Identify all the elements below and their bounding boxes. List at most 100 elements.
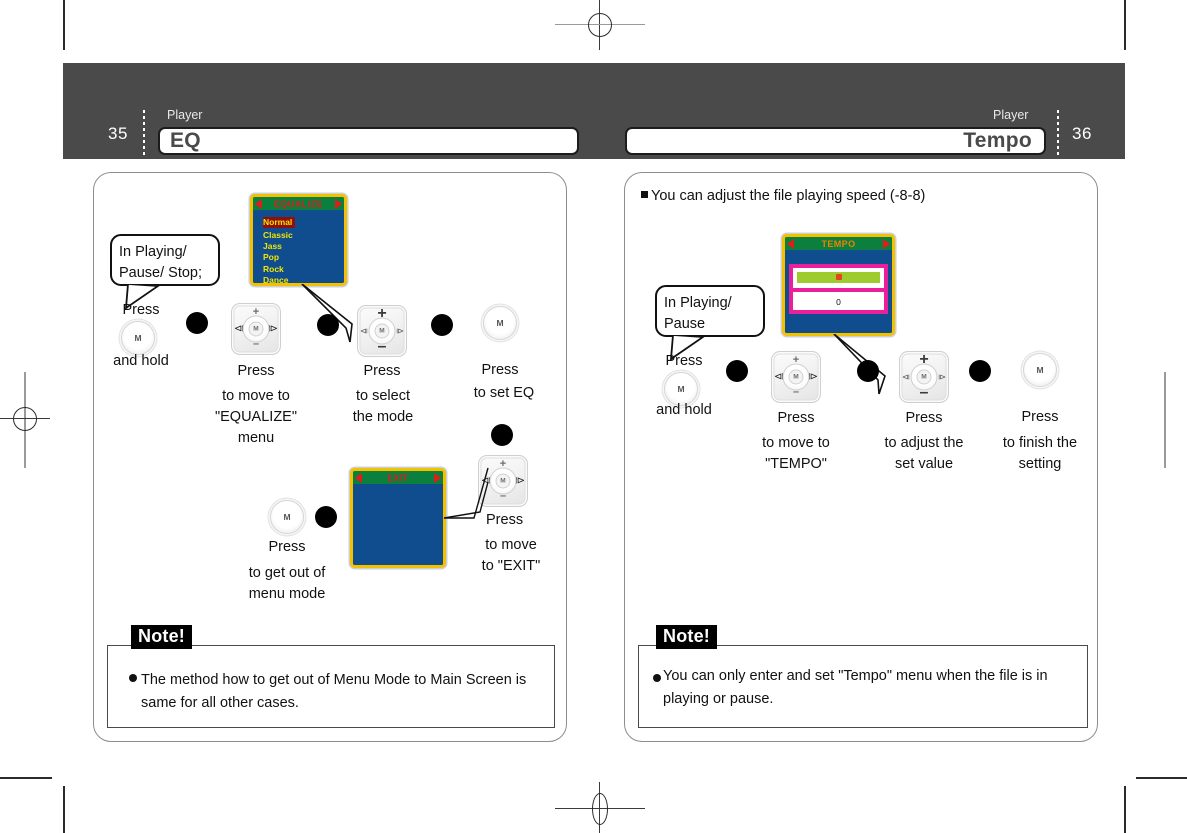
left-step6-press-label: Press	[268, 539, 306, 555]
right-step2-caption: to move to "TEMPO"	[762, 435, 830, 473]
left-note-text: The method how to get out of Menu Mode t…	[141, 672, 527, 712]
tempo-lcd-body: 0	[785, 250, 892, 333]
equalize-lcd-list: Normal Classic Jass Pop Rock Dance U_Bas…	[253, 210, 344, 283]
right-arrow-icon	[434, 472, 441, 483]
exit-lcd-titlebar: EXIT	[353, 471, 443, 484]
tempo-lcd-screen: TEMPO 0	[782, 234, 895, 336]
right-step4-press-label: Press	[1021, 409, 1059, 425]
tempo-slider-marker	[835, 274, 842, 280]
left-step2-press-label: Press	[237, 363, 275, 379]
page-title-left: EQ	[170, 129, 201, 152]
right-heading: You can adjust the file playing speed (-…	[651, 188, 926, 204]
left-arrow-icon	[255, 198, 262, 209]
eq-item-normal[interactable]: Normal	[263, 217, 296, 229]
right-step3-caption: to adjust the set value	[884, 435, 964, 473]
right-step2-navpad[interactable]: + – ⧏⧏ ⧐⧐ M	[771, 351, 821, 403]
left-arrow-4-down	[491, 424, 513, 446]
left-step6-caption: to get out of menu mode	[248, 565, 326, 603]
eq-item-pop[interactable]: Pop	[263, 252, 344, 263]
left-note-label: Note!	[131, 625, 192, 649]
equalize-lcd-titlebar: EQUALIZE	[253, 197, 344, 210]
navpad-center-m[interactable]: M	[788, 369, 804, 385]
left-step3-navpad[interactable]: + – ⧏⧏ ⧐⧐ M	[357, 305, 407, 357]
registration-mark-left	[0, 372, 50, 468]
left-step2-caption: to move to "EQUALIZE" menu	[214, 388, 297, 447]
header-divider-left	[143, 110, 145, 156]
tempo-lcd-titlebar: TEMPO	[785, 237, 892, 250]
right-step3-navpad[interactable]: + – ⧏⧏ ⧐⧐ M	[899, 351, 949, 403]
exit-lcd-screen: EXIT	[350, 468, 446, 568]
page-number-right: 36	[1072, 124, 1092, 143]
navpad-center-m[interactable]: M	[248, 321, 264, 337]
left-step1-hold-label: and hold	[113, 353, 169, 369]
eq-item-jass[interactable]: Jass	[263, 241, 344, 252]
right-step4-caption: to finish the setting	[1002, 435, 1078, 473]
page-root: 35 Player EQ 36 Player Tempo EQUALIZE No…	[0, 0, 1187, 833]
left-arrow-2	[317, 314, 339, 336]
left-arrow-3	[431, 314, 453, 336]
equalize-lcd-screen: EQUALIZE Normal Classic Jass Pop Rock Da…	[250, 194, 347, 286]
tempo-lcd-title: TEMPO	[821, 238, 856, 249]
header-divider-right	[1057, 110, 1059, 156]
m-button-label: M	[283, 512, 291, 522]
registration-mark-right	[1140, 372, 1187, 468]
page-number-left: 35	[108, 124, 128, 143]
left-arrow-icon	[355, 472, 362, 483]
left-step1-press-label: Press	[122, 302, 160, 318]
left-step3-press-label: Press	[363, 363, 401, 379]
left-step4-m-button[interactable]: M	[483, 306, 517, 340]
registration-mark-bottom	[555, 782, 645, 833]
right-arrow-3	[969, 360, 991, 382]
right-arrow-2	[857, 360, 879, 382]
right-note-bullet	[653, 674, 661, 682]
left-arrow-icon	[787, 238, 794, 249]
right-step4-m-button[interactable]: M	[1023, 353, 1057, 387]
m-button-label: M	[1036, 365, 1044, 375]
right-step3-press-label: Press	[905, 410, 943, 426]
right-callout-text: In Playing/ Pause	[664, 295, 732, 333]
left-step5-caption: to move to "EXIT"	[481, 537, 541, 575]
m-button-label: M	[677, 384, 685, 394]
crop-mark-top-left-v	[63, 0, 65, 50]
crop-mark-bottom-right-v	[1124, 786, 1126, 833]
page-title-right: Tempo	[963, 129, 1032, 152]
right-step1-press-label: Press	[665, 353, 703, 369]
page-title-plate-right: Tempo	[625, 127, 1046, 155]
tempo-value: 0	[836, 297, 841, 307]
navpad-center-m[interactable]: M	[374, 323, 390, 339]
left-step6-m-button[interactable]: M	[270, 500, 304, 534]
right-callout-bubble: In Playing/ Pause	[655, 285, 765, 337]
right-note-text: You can only enter and set "Tempo" menu …	[663, 668, 1048, 708]
right-arrow-1	[726, 360, 748, 382]
left-step3-caption: to select the mode	[352, 388, 414, 426]
left-note-bullet	[129, 674, 137, 682]
left-arrow-1	[186, 312, 208, 334]
crop-mark-bottom-left-v	[63, 786, 65, 833]
crop-mark-bottom-left-h	[0, 777, 52, 779]
m-button-label: M	[134, 333, 142, 343]
left-callout-text: In Playing/ Pause/ Stop;	[119, 244, 203, 282]
leader-line-tempo	[833, 334, 886, 395]
exit-lcd-title: EXIT	[387, 472, 409, 483]
header-kicker-right: Player	[993, 108, 1029, 122]
registration-mark-top	[555, 0, 645, 50]
leader-line-exit	[444, 467, 489, 519]
left-step1-m-button[interactable]: M	[121, 321, 155, 355]
right-heading-bullet	[641, 191, 648, 198]
right-step1-m-button[interactable]: M	[664, 372, 698, 406]
equalize-lcd-title: EQUALIZE	[274, 198, 323, 209]
right-arrow-icon	[335, 198, 342, 209]
page-title-plate-left: EQ	[158, 127, 579, 155]
left-step4-caption: to set EQ	[473, 385, 535, 401]
right-arrow-icon	[883, 238, 890, 249]
tempo-value-box: 0	[789, 264, 888, 314]
navpad-center-m[interactable]: M	[495, 473, 511, 489]
header-kicker-left: Player	[167, 108, 203, 122]
eq-item-classic[interactable]: Classic	[263, 230, 344, 241]
left-step2-navpad[interactable]: + – ⧏⧏ ⧐⧐ M	[231, 303, 281, 355]
navpad-center-m[interactable]: M	[916, 369, 932, 385]
eq-item-rock[interactable]: Rock	[263, 264, 344, 275]
left-callout-bubble: In Playing/ Pause/ Stop;	[110, 234, 220, 286]
right-step2-press-label: Press	[777, 410, 815, 426]
right-note-label: Note!	[656, 625, 717, 649]
